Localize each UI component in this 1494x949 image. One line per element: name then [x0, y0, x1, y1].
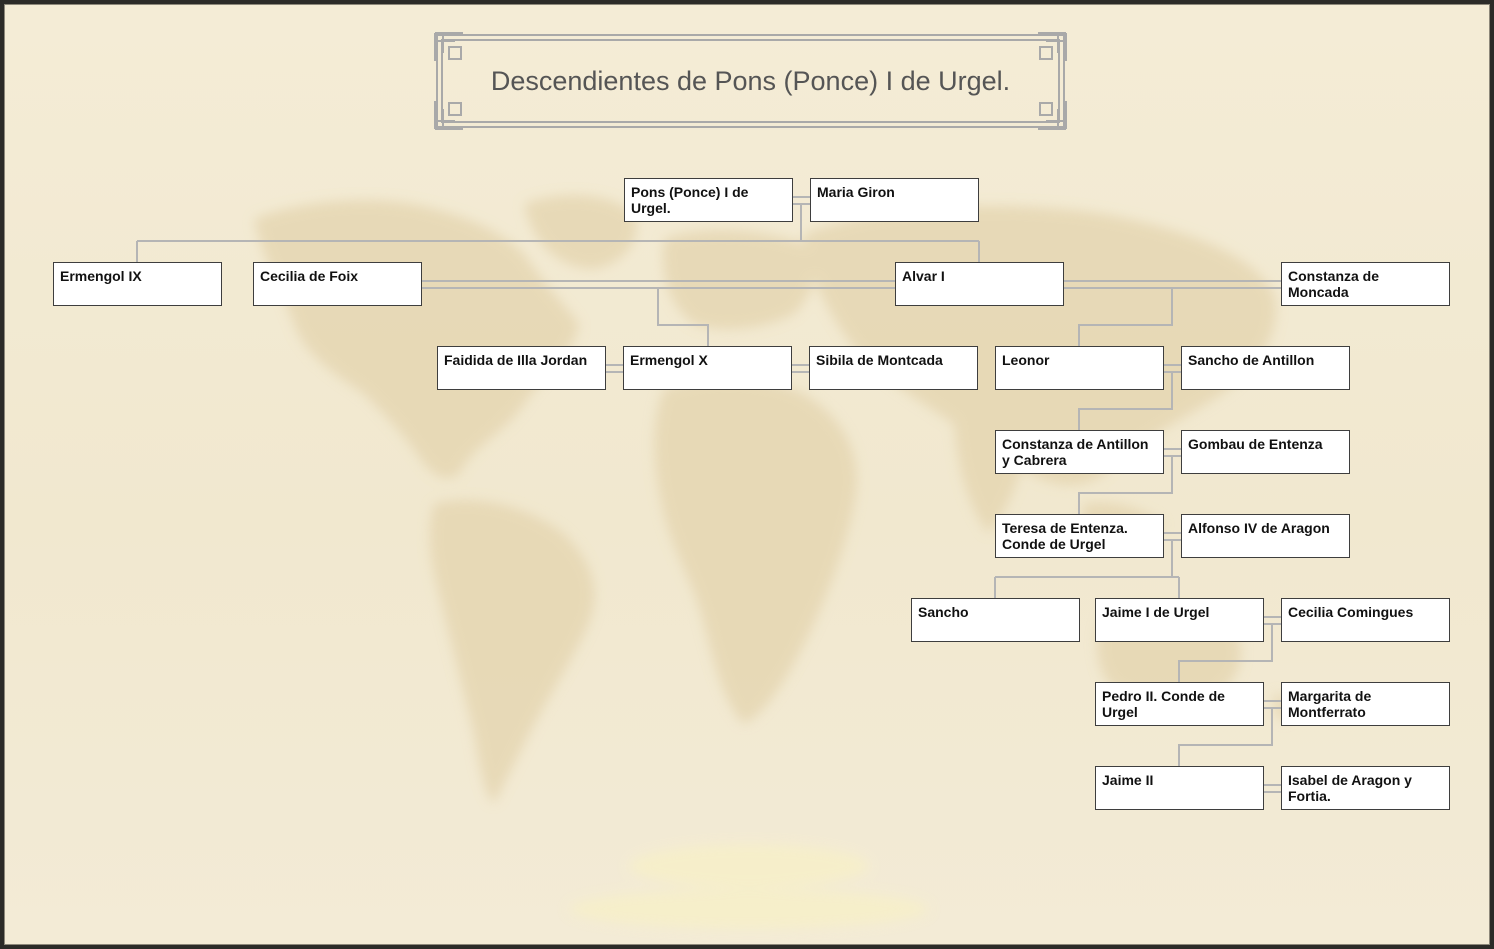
person-jaime-i-de-urgel[interactable]: Jaime I de Urgel — [1095, 598, 1264, 642]
person-name: Cecilia de Foix — [260, 268, 359, 284]
person-name: Constanza de Moncada — [1288, 268, 1380, 300]
person-cecilia-de-foix[interactable]: Cecilia de Foix — [253, 262, 422, 306]
person-name: Alfonso IV de Aragon — [1188, 520, 1330, 536]
person-name: Gombau de Entenza — [1188, 436, 1323, 452]
person-alfonso-iv-de-aragon[interactable]: Alfonso IV de Aragon — [1181, 514, 1350, 558]
person-name: Constanza de Antillon y Cabrera — [1002, 436, 1149, 468]
person-name: Sancho — [918, 604, 969, 620]
person-margarita-de-montferrato[interactable]: Margarita de Montferrato — [1281, 682, 1450, 726]
person-name: Faidida de Illa Jordan — [444, 352, 588, 368]
person-sibila-de-montcada[interactable]: Sibila de Montcada — [809, 346, 978, 390]
person-name: Jaime I de Urgel — [1102, 604, 1210, 620]
person-name: Jaime II — [1102, 772, 1154, 788]
person-name: Teresa de Entenza. Conde de Urgel — [1002, 520, 1128, 552]
person-sancho-de-antillon[interactable]: Sancho de Antillon — [1181, 346, 1350, 390]
person-gombau-de-entenza[interactable]: Gombau de Entenza — [1181, 430, 1350, 474]
person-ermengol-ix[interactable]: Ermengol IX — [53, 262, 222, 306]
person-faidida-de-illa-jordan[interactable]: Faidida de Illa Jordan — [437, 346, 606, 390]
person-constanza-de-moncada[interactable]: Constanza de Moncada — [1281, 262, 1450, 306]
person-constanza-de-antillon[interactable]: Constanza de Antillon y Cabrera — [995, 430, 1164, 474]
person-maria-giron[interactable]: Maria Giron — [810, 178, 979, 222]
person-name: Sancho de Antillon — [1188, 352, 1315, 368]
person-name: Margarita de Montferrato — [1288, 688, 1372, 720]
person-name: Ermengol X — [630, 352, 708, 368]
person-name: Leonor — [1002, 352, 1050, 368]
person-name: Alvar I — [902, 268, 945, 284]
person-isabel-de-aragon[interactable]: Isabel de Aragon y Fortia. — [1281, 766, 1450, 810]
person-ermengol-x[interactable]: Ermengol X — [623, 346, 792, 390]
person-name: Ermengol IX — [60, 268, 142, 284]
person-jaime-ii[interactable]: Jaime II — [1095, 766, 1264, 810]
person-name: Sibila de Montcada — [816, 352, 943, 368]
person-name: Maria Giron — [817, 184, 895, 200]
person-name: Pedro II. Conde de Urgel — [1102, 688, 1225, 720]
person-sancho[interactable]: Sancho — [911, 598, 1080, 642]
person-cecilia-comingues[interactable]: Cecilia Comingues — [1281, 598, 1450, 642]
person-teresa-de-entenza[interactable]: Teresa de Entenza. Conde de Urgel — [995, 514, 1164, 558]
chart-canvas: Descendientes de Pons (Ponce) I de Urgel… — [0, 0, 1494, 949]
person-pons-ponce-i[interactable]: Pons (Ponce) I de Urgel. — [624, 178, 793, 222]
person-leonor[interactable]: Leonor — [995, 346, 1164, 390]
person-alvar-i[interactable]: Alvar I — [895, 262, 1064, 306]
person-pedro-ii[interactable]: Pedro II. Conde de Urgel — [1095, 682, 1264, 726]
tree-connectors — [136, 196, 1281, 793]
person-name: Pons (Ponce) I de Urgel. — [631, 184, 749, 216]
person-name: Cecilia Comingues — [1288, 604, 1414, 620]
person-name: Isabel de Aragon y Fortia. — [1288, 772, 1412, 804]
